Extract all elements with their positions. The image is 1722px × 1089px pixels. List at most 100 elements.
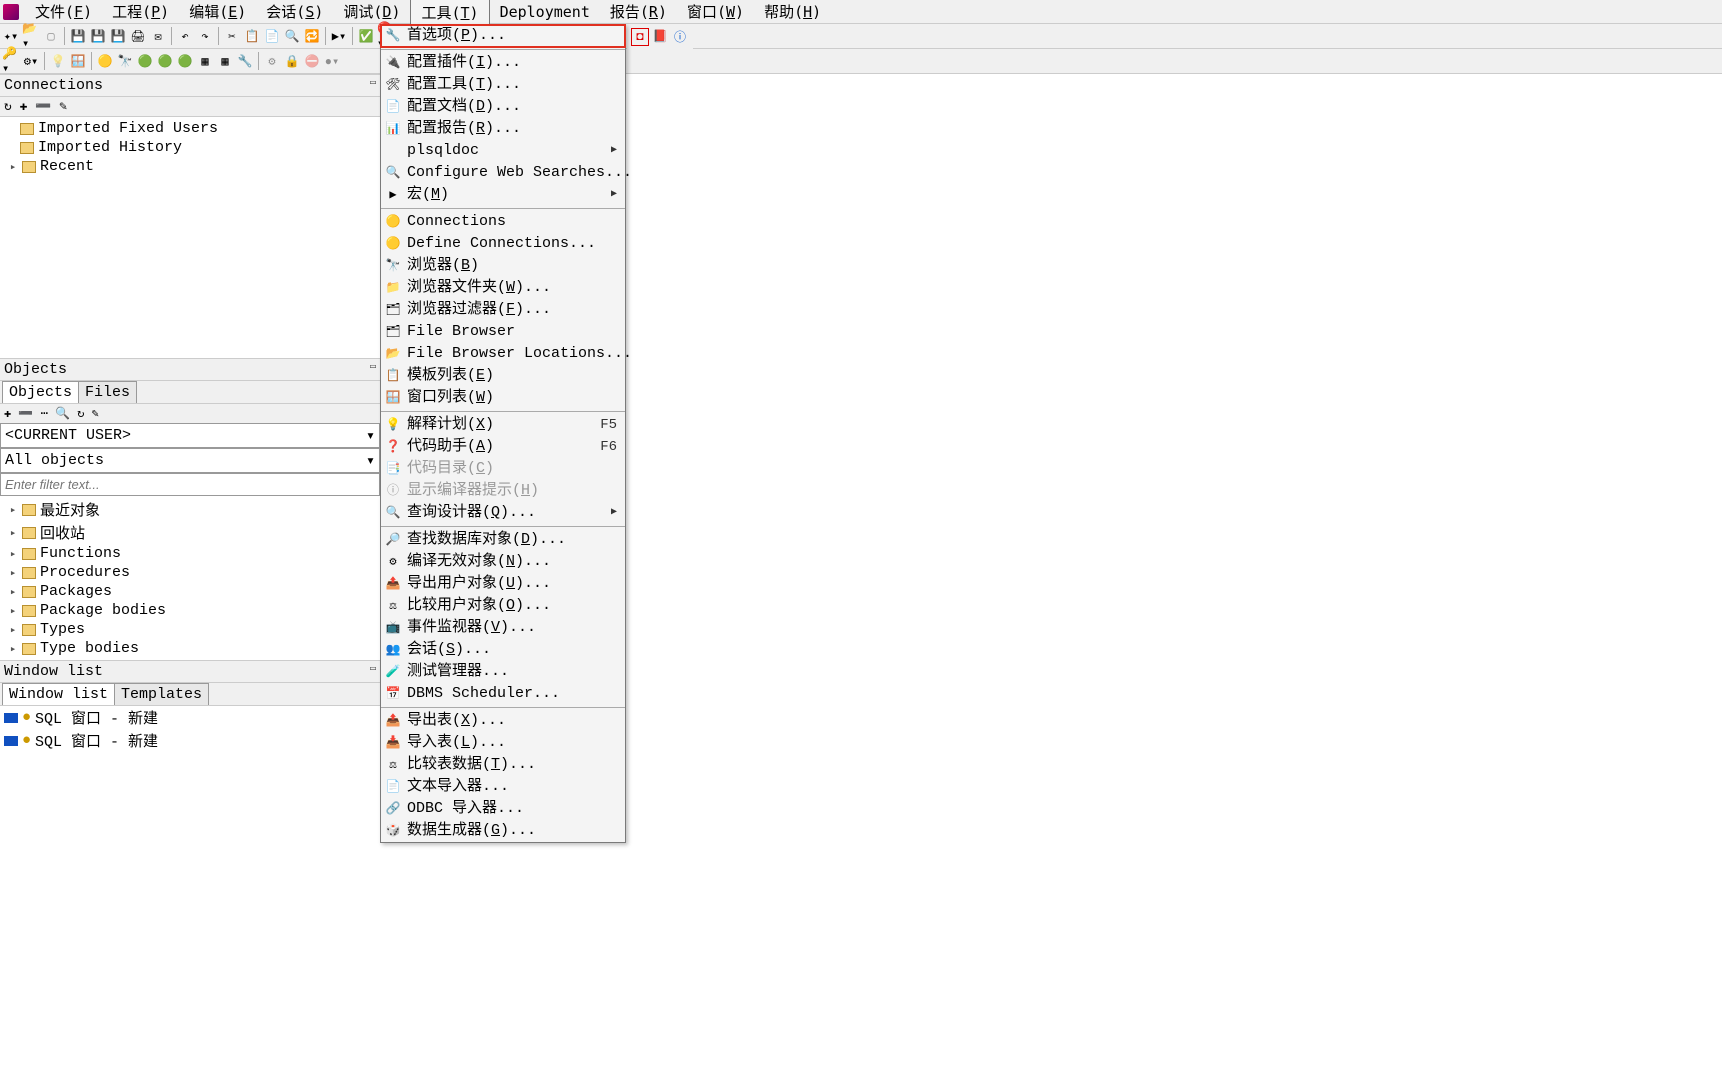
menu-item[interactable]: 🔗ODBC 导入器... xyxy=(381,798,625,820)
menu-item[interactable]: ⚖比较用户对象(O)... xyxy=(381,595,625,617)
menu-item[interactable]: 🔧首选项(P)... xyxy=(381,25,625,47)
menu-item[interactable]: 📊配置报告(R)... xyxy=(381,118,625,140)
tb-more-icon[interactable]: ●▾ xyxy=(323,52,341,70)
menu-item[interactable]: 📅DBMS Scheduler... xyxy=(381,683,625,705)
tree-item[interactable]: ▸Package bodies xyxy=(4,601,376,620)
tb-stop-icon[interactable]: ⛔ xyxy=(303,52,321,70)
window-item[interactable]: ●SQL 窗口 - 新建 xyxy=(0,729,380,752)
menu-item[interactable]: 💡解释计划(X)F5 xyxy=(381,414,625,436)
tb-window-icon[interactable]: 🪟 xyxy=(69,52,87,70)
tree-item[interactable]: ▸Type bodies xyxy=(4,639,376,658)
oracle-icon[interactable]: ◘ xyxy=(631,28,649,46)
menu-item[interactable]: 📥导入表(L)... xyxy=(381,732,625,754)
menu-item[interactable]: 🟡Define Connections... xyxy=(381,233,625,255)
info-icon[interactable]: ⓘ xyxy=(671,28,689,46)
tb-paste-icon[interactable]: 📄 xyxy=(263,27,281,45)
menu-item[interactable]: ▶宏(M)▶ xyxy=(381,184,625,206)
tb-find-icon[interactable]: 🔍 xyxy=(283,27,301,45)
tree-item-imported-fixed[interactable]: Imported Fixed Users xyxy=(4,119,376,138)
tb-gear-icon[interactable]: ⚙▾ xyxy=(22,52,40,70)
tree-item-recent[interactable]: ▸Recent xyxy=(4,157,376,176)
menu-session[interactable]: 会话(S) xyxy=(256,0,333,24)
menu-window[interactable]: 窗口(W) xyxy=(677,0,754,24)
menu-item[interactable]: ⚙编译无效对象(N)... xyxy=(381,551,625,573)
dock-icon[interactable]: ▭ xyxy=(370,361,376,373)
tb-key-icon[interactable]: 🔑▾ xyxy=(2,52,20,70)
menu-item[interactable]: 📤导出用户对象(U)... xyxy=(381,573,625,595)
tree-item[interactable]: ▸Procedures xyxy=(4,563,376,582)
tb-replace-icon[interactable]: 🔁 xyxy=(303,27,321,45)
menu-item[interactable]: 🗂浏览器过滤器(F)... xyxy=(381,299,625,321)
menu-item[interactable]: 📤导出表(X)... xyxy=(381,710,625,732)
tree-item[interactable]: ▸最近对象 xyxy=(4,498,376,521)
tb-grid-icon[interactable]: ▦ xyxy=(196,52,214,70)
objects-mini-toolbar[interactable]: ✚ ➖ ⋯ 🔍 ↻ ✎ xyxy=(0,404,380,423)
menu-item[interactable]: 🗂File Browser xyxy=(381,321,625,343)
menu-item[interactable]: 👥会话(S)... xyxy=(381,639,625,661)
tb-commit-icon[interactable]: ✅ xyxy=(357,27,375,45)
dock-icon[interactable]: ▭ xyxy=(370,77,376,89)
tb-browser-icon[interactable]: 🔭 xyxy=(116,52,134,70)
tb-savesql-icon[interactable]: 💾 xyxy=(109,27,127,45)
tree-item-imported-history[interactable]: Imported History xyxy=(4,138,376,157)
menu-item[interactable]: 🔭浏览器(B) xyxy=(381,255,625,277)
menu-item[interactable]: 📁浏览器文件夹(W)... xyxy=(381,277,625,299)
tb-lock-icon[interactable]: 🔒 xyxy=(283,52,301,70)
pdf-icon[interactable]: 📕 xyxy=(651,28,669,46)
menu-item[interactable]: 🎲数据生成器(G)... xyxy=(381,820,625,842)
menu-item[interactable]: ❓代码助手(A)F6 xyxy=(381,436,625,458)
tb-email-icon[interactable]: ✉ xyxy=(149,27,167,45)
tb-execute-icon[interactable]: ▶▾ xyxy=(330,27,348,45)
tab-templates[interactable]: Templates xyxy=(114,683,209,705)
menu-item[interactable]: 📂File Browser Locations... xyxy=(381,343,625,365)
tb-form-icon[interactable]: ▦ xyxy=(216,52,234,70)
tab-window-list[interactable]: Window list xyxy=(2,683,115,705)
tb-session2-icon[interactable]: 🟢 xyxy=(156,52,174,70)
tb-redo-icon[interactable]: ↷ xyxy=(196,27,214,45)
tab-objects[interactable]: Objects xyxy=(2,381,79,403)
menu-help[interactable]: 帮助(H) xyxy=(754,0,831,24)
tb-saveall-icon[interactable]: 💾 xyxy=(89,27,107,45)
menu-debug[interactable]: 调试(D) xyxy=(333,0,410,24)
tb-generic-icon[interactable]: ▢ xyxy=(42,27,60,45)
menu-edit[interactable]: 编辑(E) xyxy=(179,0,256,24)
tb-session1-icon[interactable]: 🟢 xyxy=(136,52,154,70)
expander-icon[interactable]: ▸ xyxy=(8,160,18,174)
tb-new-icon[interactable]: ✦▾ xyxy=(2,27,20,45)
connections-toolbar[interactable]: ↻ ✚ ➖ ✎ xyxy=(0,97,380,117)
menu-item[interactable]: 🔌配置插件(I)... xyxy=(381,52,625,74)
tb-gear2-icon[interactable]: ⚙ xyxy=(263,52,281,70)
menu-item[interactable]: 🟡Connections xyxy=(381,211,625,233)
filter-input[interactable] xyxy=(0,473,380,496)
menu-tools[interactable]: 工具(T) xyxy=(410,0,489,25)
menu-item[interactable]: 🔍查询设计器(Q)...▶ xyxy=(381,502,625,524)
menu-item[interactable]: 📄文本导入器... xyxy=(381,776,625,798)
tree-item[interactable]: ▸Types xyxy=(4,620,376,639)
menu-item[interactable]: plsqldoc▶ xyxy=(381,140,625,162)
tb-print-icon[interactable]: 🖨 xyxy=(129,27,147,45)
tb-session3-icon[interactable]: 🟢 xyxy=(176,52,194,70)
user-dropdown[interactable]: <CURRENT USER>▾ xyxy=(0,423,380,448)
tb-save-icon[interactable]: 💾 xyxy=(69,27,87,45)
tab-files[interactable]: Files xyxy=(78,381,137,403)
menu-item[interactable]: 🔍Configure Web Searches... xyxy=(381,162,625,184)
tree-item[interactable]: ▸回收站 xyxy=(4,521,376,544)
menu-item[interactable]: 📄配置文档(D)... xyxy=(381,96,625,118)
menu-item[interactable]: 🔎查找数据库对象(D)... xyxy=(381,529,625,551)
menu-report[interactable]: 报告(R) xyxy=(600,0,677,24)
filter-dropdown[interactable]: All objects▾ xyxy=(0,448,380,473)
menu-item[interactable]: 🛠配置工具(T)... xyxy=(381,74,625,96)
menu-item[interactable]: 🪟窗口列表(W) xyxy=(381,387,625,409)
menu-item[interactable]: 📋模板列表(E) xyxy=(381,365,625,387)
menu-project[interactable]: 工程(P) xyxy=(102,0,179,24)
tb-open-icon[interactable]: 📂▾ xyxy=(22,27,40,45)
window-item[interactable]: ●SQL 窗口 - 新建 xyxy=(0,706,380,729)
tree-item[interactable]: ▸Functions xyxy=(4,544,376,563)
menu-item[interactable]: 📺事件监视器(V)... xyxy=(381,617,625,639)
tb-beautify-icon[interactable]: 💡 xyxy=(49,52,67,70)
menu-item[interactable]: ⚖比较表数据(T)... xyxy=(381,754,625,776)
tb-undo-icon[interactable]: ↶ xyxy=(176,27,194,45)
tb-copy-icon[interactable]: 📋 xyxy=(243,27,261,45)
tree-item[interactable]: ▸Packages xyxy=(4,582,376,601)
menu-item[interactable]: 🧪测试管理器... xyxy=(381,661,625,683)
